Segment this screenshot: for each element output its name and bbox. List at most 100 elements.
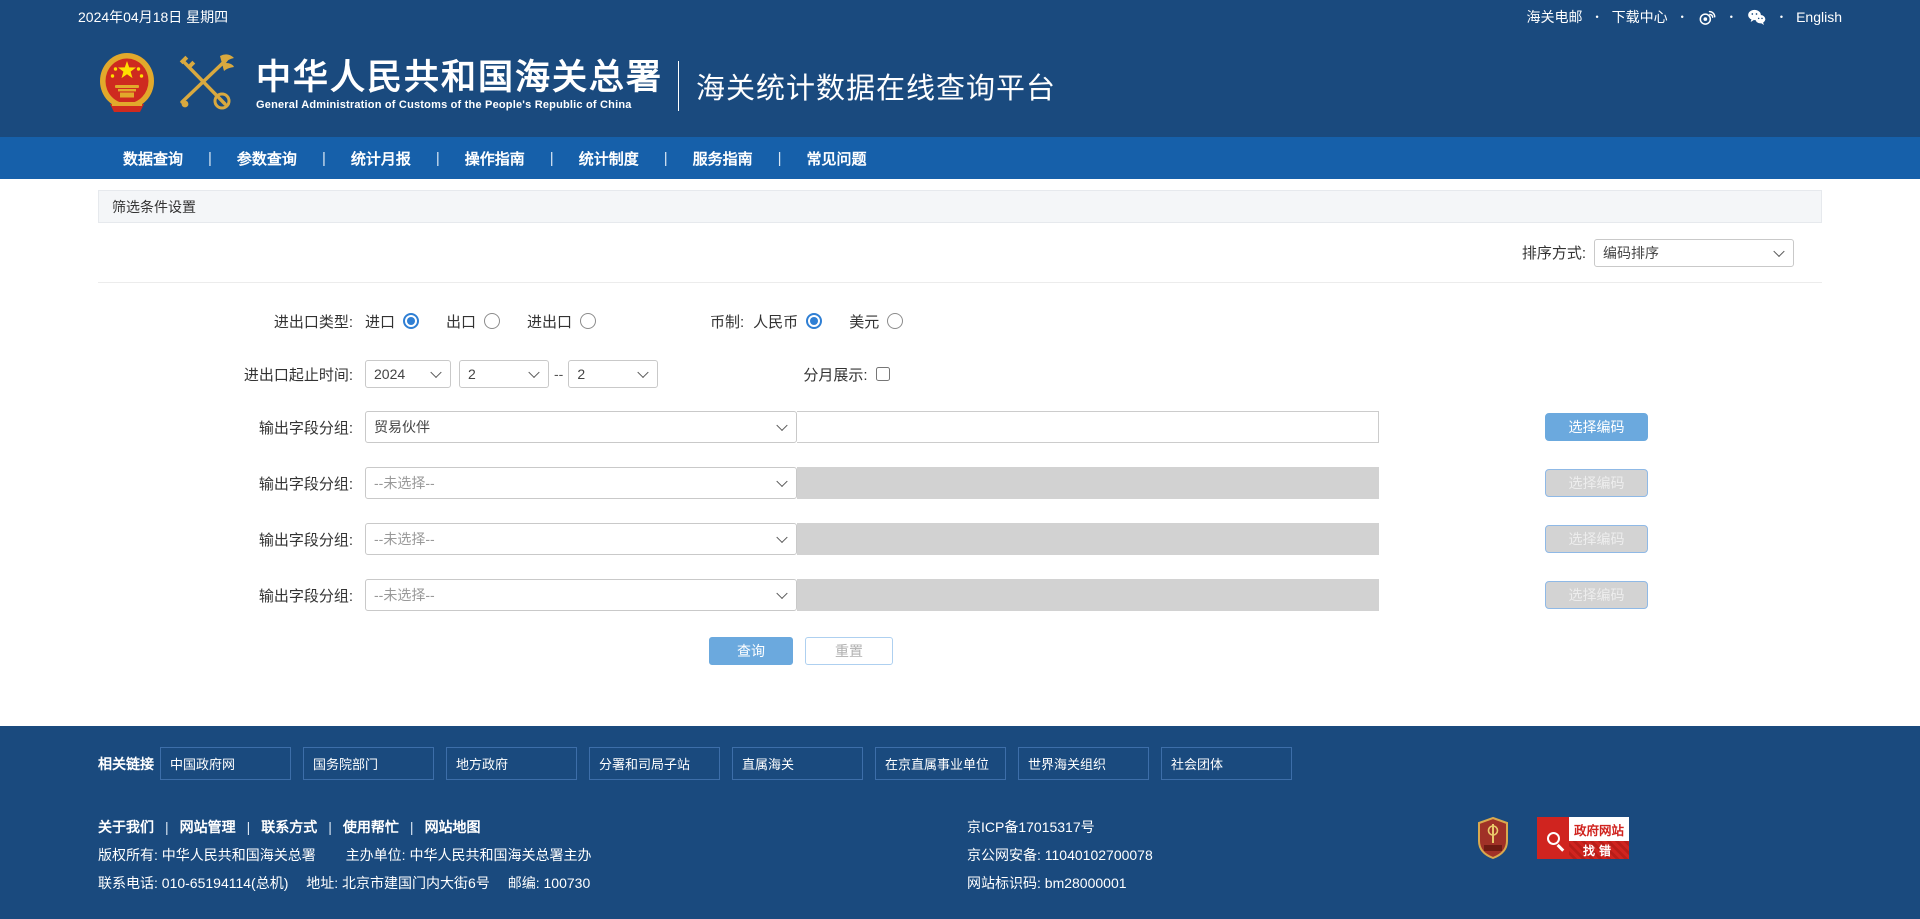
group-select-wrap: --未选择-- [365, 467, 797, 499]
radio-export[interactable] [484, 313, 500, 329]
radio-rmb[interactable] [806, 313, 822, 329]
dot-separator: • [1780, 12, 1783, 22]
sort-row: 排序方式: 编码排序 [98, 223, 1822, 283]
monthly-display-label: 分月展示: [803, 364, 867, 385]
year-select[interactable]: 2024 [365, 360, 451, 388]
dot-separator: • [1730, 12, 1733, 22]
output-group-label: 输出字段分组: [98, 417, 365, 438]
group-select-wrap: --未选择-- [365, 523, 797, 555]
related-link-wco[interactable]: 世界海关组织 [1018, 747, 1149, 780]
group-select-1[interactable]: 贸易伙伴 [365, 411, 797, 443]
related-link-gov[interactable]: 中国政府网 [160, 747, 291, 780]
radio-import[interactable] [403, 313, 419, 329]
output-group-row: 输出字段分组: --未选择-- 选择编码 [98, 523, 1822, 555]
start-month-select[interactable]: 2 [459, 360, 549, 388]
dot-separator: • [1681, 12, 1684, 22]
footer-link-about[interactable]: 关于我们 [98, 813, 154, 841]
group-codes-input-2 [796, 467, 1379, 499]
radio-usd[interactable] [887, 313, 903, 329]
group-select-wrap: --未选择-- [365, 579, 797, 611]
radio-label: 出口 [446, 311, 476, 332]
output-group-label: 输出字段分组: [98, 529, 365, 550]
platform-title: 海关统计数据在线查询平台 [696, 65, 1056, 107]
footer-badges: 政府网站 找错 [1476, 817, 1629, 862]
error-badge-text: 政府网站 找错 [1569, 817, 1629, 859]
radio-label: 人民币 [753, 311, 798, 332]
query-button[interactable]: 查询 [709, 637, 793, 665]
sponsor-text: 主办单位: 中华人民共和国海关总署主办 [346, 847, 592, 863]
related-links-row: 相关链接 中国政府网 国务院部门 地方政府 分署和司局子站 直属海关 在京直属事… [98, 747, 1822, 780]
output-group-label: 输出字段分组: [98, 473, 365, 494]
nav-item-param-query[interactable]: 参数查询 [212, 148, 322, 169]
end-month-select-wrap: 2 [568, 360, 658, 388]
footer-separator: | [165, 813, 169, 841]
radio-option-export[interactable]: 出口 [446, 311, 500, 332]
currency-label: 币制: [710, 311, 744, 332]
select-code-button-4: 选择编码 [1545, 581, 1648, 609]
weibo-icon[interactable] [1697, 7, 1717, 27]
dot-separator: • [1595, 12, 1598, 22]
main-content: 筛选条件设置 排序方式: 编码排序 进出口类型: 进口 出口 [0, 179, 1920, 726]
footer-link-site-admin[interactable]: 网站管理 [180, 813, 236, 841]
customs-shield-badge-icon[interactable] [1476, 817, 1510, 862]
customs-email-link[interactable]: 海关电邮 [1526, 7, 1582, 27]
site-code: 网站标识码: bm28000001 [967, 869, 1153, 897]
radio-option-usd[interactable]: 美元 [849, 311, 903, 332]
address-text: 地址: 北京市建国门内大街6号 [306, 875, 490, 891]
related-link-beijing-units[interactable]: 在京直属事业单位 [875, 747, 1006, 780]
radio-option-import-export[interactable]: 进出口 [527, 311, 596, 332]
sort-select[interactable]: 编码排序 [1594, 239, 1794, 267]
footer-link-sitemap[interactable]: 网站地图 [425, 813, 481, 841]
select-code-button-1[interactable]: 选择编码 [1545, 413, 1648, 441]
related-link-social-groups[interactable]: 社会团体 [1161, 747, 1292, 780]
related-link-state-council[interactable]: 国务院部门 [303, 747, 434, 780]
sort-label: 排序方式: [1522, 242, 1586, 263]
action-buttons: 查询 重置 [98, 637, 1822, 665]
error-badge-line1: 政府网站 [1569, 817, 1629, 841]
nav-item-operation-guide[interactable]: 操作指南 [440, 148, 550, 169]
radio-import-export[interactable] [580, 313, 596, 329]
monthly-display-checkbox[interactable] [876, 367, 890, 381]
radio-label: 进口 [365, 311, 395, 332]
footer-link-help[interactable]: 使用帮忙 [343, 813, 399, 841]
download-center-link[interactable]: 下载中心 [1612, 7, 1668, 27]
nav-item-faq[interactable]: 常见问题 [782, 148, 892, 169]
nav-item-statistics-system[interactable]: 统计制度 [554, 148, 664, 169]
monthly-display: 分月展示: [803, 364, 889, 385]
select-code-button-2: 选择编码 [1545, 469, 1648, 497]
group-select-2[interactable]: --未选择-- [365, 467, 797, 499]
group-select-4[interactable]: --未选择-- [365, 579, 797, 611]
group-select-3[interactable]: --未选择-- [365, 523, 797, 555]
english-link[interactable]: English [1796, 9, 1842, 25]
select-code-button-3: 选择编码 [1545, 525, 1648, 553]
radio-option-rmb[interactable]: 人民币 [753, 311, 822, 332]
group-codes-input-1[interactable] [796, 411, 1379, 443]
topbar-links: 海关电邮 • 下载中心 • • • En [1526, 7, 1842, 27]
reset-button[interactable]: 重置 [805, 637, 893, 665]
org-subtitle: General Administration of Customs of the… [256, 99, 663, 111]
group-codes-input-3 [796, 523, 1379, 555]
radio-option-import[interactable]: 进口 [365, 311, 419, 332]
nav-item-service-guide[interactable]: 服务指南 [668, 148, 778, 169]
wechat-icon[interactable] [1746, 7, 1767, 27]
breadcrumb-title: 筛选条件设置 [112, 197, 196, 217]
footer-bottom: 关于我们 | 网站管理 | 联系方式 | 使用帮忙 | 网站地图 版权所有: 中… [98, 813, 1822, 897]
topbar: 2024年04月18日 星期四 海关电邮 • 下载中心 • • [0, 0, 1920, 34]
related-link-branches[interactable]: 分署和司局子站 [589, 747, 720, 780]
footer-link-contact[interactable]: 联系方式 [261, 813, 317, 841]
footer-separator: | [328, 813, 332, 841]
trade-type-row: 进出口类型: 进口 出口 进出口 币制: 人民币 [98, 305, 1822, 337]
related-link-direct-customs[interactable]: 直属海关 [732, 747, 863, 780]
nav-item-data-query[interactable]: 数据查询 [98, 148, 208, 169]
footer-separator: | [410, 813, 414, 841]
related-link-local-gov[interactable]: 地方政府 [446, 747, 577, 780]
end-month-select[interactable]: 2 [568, 360, 658, 388]
nav-item-monthly-report[interactable]: 统计月报 [326, 148, 436, 169]
range-separator: -- [554, 366, 563, 382]
footer-separator: | [247, 813, 251, 841]
footer: 相关链接 中国政府网 国务院部门 地方政府 分署和司局子站 直属海关 在京直属事… [0, 726, 1920, 919]
gov-site-error-badge[interactable]: 政府网站 找错 [1537, 817, 1629, 859]
footer-registration: 京ICP备17015317号 京公网安备: 11040102700078 网站标… [967, 813, 1153, 897]
group-select-wrap: 贸易伙伴 [365, 411, 797, 443]
related-links-label: 相关链接 [98, 754, 160, 774]
